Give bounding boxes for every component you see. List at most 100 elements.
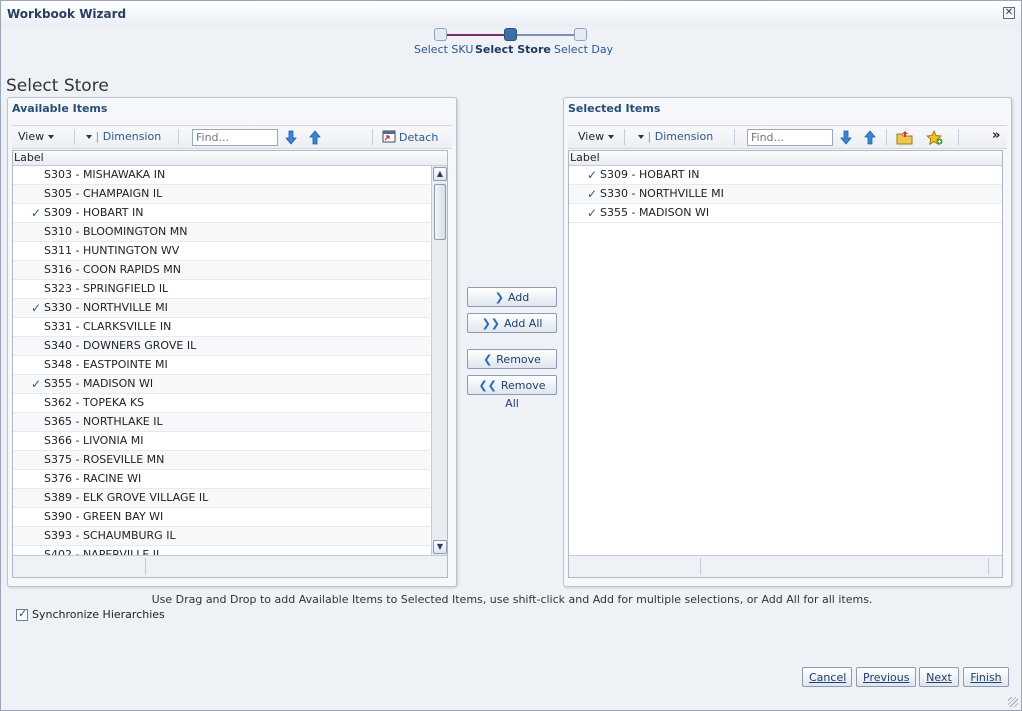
find-previous-icon[interactable] xyxy=(308,130,322,145)
scroll-thumb[interactable] xyxy=(434,184,446,240)
list-item[interactable]: S376 - RACINE WI xyxy=(13,470,430,489)
column-header-label[interactable]: Label xyxy=(569,151,1002,166)
open-folder-icon[interactable] xyxy=(896,130,914,145)
close-icon[interactable]: ✕ xyxy=(1003,7,1015,19)
add-button[interactable]: ❯ Add xyxy=(467,287,557,307)
list-item[interactable]: S323 - SPRINGFIELD IL xyxy=(13,280,430,299)
list-item[interactable]: S310 - BLOOMINGTON MN xyxy=(13,223,430,242)
list-item[interactable]: S305 - CHAMPAIGN IL xyxy=(13,185,430,204)
list-item-label: S331 - CLARKSVILLE IN xyxy=(44,320,172,333)
list-item[interactable]: S316 - COON RAPIDS MN xyxy=(13,261,430,280)
column-header-label[interactable]: Label xyxy=(13,151,447,166)
list-item-label: S311 - HUNTINGTON WV xyxy=(44,244,180,257)
instruction-text: Use Drag and Drop to add Available Items… xyxy=(151,593,873,606)
finish-button[interactable]: Finish xyxy=(963,667,1009,687)
chevron-down-icon xyxy=(86,135,92,139)
list-item[interactable]: S340 - DOWNERS GROVE IL xyxy=(13,337,430,356)
list-item-label: S340 - DOWNERS GROVE IL xyxy=(44,339,197,352)
next-button[interactable]: Next xyxy=(919,667,959,687)
wizard-train: Select SKU Select Store Select Day xyxy=(1,27,1022,63)
title-bar: Workbook Wizard ✕ xyxy=(1,1,1021,27)
list-item[interactable]: S390 - GREEN BAY WI xyxy=(13,508,430,527)
add-all-button[interactable]: ❯❯ Add All xyxy=(467,313,557,333)
checkmark-icon: ✓ xyxy=(587,206,598,220)
selected-items-panel: Selected Items View | Dimension » Label … xyxy=(563,97,1012,587)
list-item[interactable]: S362 - TOPEKA KS xyxy=(13,394,430,413)
toolbar-separator xyxy=(624,129,625,145)
find-input[interactable] xyxy=(192,129,278,146)
dimension-menu[interactable]: | Dimension xyxy=(82,130,161,143)
workbook-wizard-window: Workbook Wizard ✕ Select SKU Select Stor… xyxy=(0,0,1022,711)
synchronize-hierarchies-checkbox[interactable]: ✓ xyxy=(16,607,28,621)
toolbar-separator xyxy=(958,129,959,145)
list-item-label: S310 - BLOOMINGTON MN xyxy=(44,225,188,238)
list-item[interactable]: ✓ S330 - NORTHVILLE MI xyxy=(13,299,430,318)
list-item[interactable]: S303 - MISHAWAKA IN xyxy=(13,166,430,185)
previous-button[interactable]: Previous xyxy=(856,667,916,687)
remove-all-label: Remove All xyxy=(500,379,546,410)
train-connector xyxy=(446,34,505,36)
train-label-select-sku[interactable]: Select SKU xyxy=(414,43,473,56)
available-rows: S303 - MISHAWAKA IN S305 - CHAMPAIGN IL ✓ S… xyxy=(13,166,430,555)
favorite-add-icon[interactable] xyxy=(926,130,944,145)
list-item[interactable]: S366 - LIVONIA MI xyxy=(13,432,430,451)
vertical-scrollbar[interactable]: ▲ ▼ xyxy=(431,166,447,555)
list-item-label: S316 - COON RAPIDS MN xyxy=(44,263,181,276)
checkmark-icon: ✓ xyxy=(31,301,42,315)
train-label-select-day[interactable]: Select Day xyxy=(554,43,613,56)
window-title: Workbook Wizard xyxy=(7,7,127,21)
detach-button[interactable]: Detach xyxy=(382,130,438,144)
list-item[interactable]: S365 - NORTHLAKE IL xyxy=(13,413,430,432)
view-menu[interactable]: View xyxy=(578,130,615,143)
chevron-down-icon xyxy=(48,135,55,139)
remove-label: Remove xyxy=(496,353,541,366)
list-item[interactable]: ✓ S355 - MADISON WI xyxy=(569,204,1002,223)
list-item[interactable]: S331 - CLARKSVILLE IN xyxy=(13,318,430,337)
resize-handle[interactable] xyxy=(1008,697,1018,707)
list-item[interactable]: ✓ S330 - NORTHVILLE MI xyxy=(569,185,1002,204)
remove-button[interactable]: ❮ Remove xyxy=(467,349,557,369)
double-chevron-left-icon: ❮❮ xyxy=(478,379,497,392)
available-items-table: Label S303 - MISHAWAKA IN S305 - CHAMPAIG… xyxy=(12,150,448,578)
view-menu[interactable]: View xyxy=(18,130,55,143)
remove-all-button[interactable]: ❮❮ Remove All xyxy=(467,375,557,410)
footer-divider xyxy=(988,558,989,575)
chevron-down-icon xyxy=(638,135,644,139)
detach-icon xyxy=(382,130,396,143)
synchronize-hierarchies-option[interactable]: ✓ Synchronize Hierarchies xyxy=(16,607,165,621)
page-title: Select Store xyxy=(6,76,109,96)
panel-header: Selected Items xyxy=(568,102,661,115)
table-footer xyxy=(13,555,447,577)
list-item-label: S375 - ROSEVILLE MN xyxy=(44,453,165,466)
train-stop-select-day[interactable] xyxy=(574,28,587,41)
list-item[interactable]: ✓ S309 - HOBART IN xyxy=(13,204,430,223)
list-item[interactable]: S389 - ELK GROVE VILLAGE IL xyxy=(13,489,430,508)
list-item[interactable]: ✓ S309 - HOBART IN xyxy=(569,166,1002,185)
list-item[interactable]: S402 - NAPERVILLE IL xyxy=(13,546,430,555)
view-label: View xyxy=(578,130,605,143)
more-overflow-icon[interactable]: » xyxy=(992,128,1000,143)
list-item-label: S330 - NORTHVILLE MI xyxy=(600,187,724,200)
find-next-icon[interactable] xyxy=(839,130,853,145)
list-item-label: S389 - ELK GROVE VILLAGE IL xyxy=(44,491,209,504)
list-item[interactable]: S348 - EASTPOINTE MI xyxy=(13,356,430,375)
cancel-button[interactable]: Cancel xyxy=(802,667,852,687)
list-item-label: S390 - GREEN BAY WI xyxy=(44,510,164,523)
list-item-label: S362 - TOPEKA KS xyxy=(44,396,145,409)
footer-divider xyxy=(700,558,701,575)
list-item[interactable]: S311 - HUNTINGTON WV xyxy=(13,242,430,261)
find-next-icon[interactable] xyxy=(284,130,298,145)
list-item[interactable]: S393 - SCHAUMBURG IL xyxy=(13,527,430,546)
list-item-label: S303 - MISHAWAKA IN xyxy=(44,168,166,181)
checkmark-icon: ✓ xyxy=(587,168,598,182)
dimension-menu[interactable]: | Dimension xyxy=(634,130,713,143)
toolbar-separator xyxy=(886,129,887,145)
scroll-up-icon[interactable]: ▲ xyxy=(433,167,447,181)
train-stop-select-sku[interactable] xyxy=(434,28,447,41)
list-item[interactable]: ✓ S355 - MADISON WI xyxy=(13,375,430,394)
scroll-down-icon[interactable]: ▼ xyxy=(433,540,447,554)
add-all-label: Add All xyxy=(504,317,543,330)
find-input[interactable] xyxy=(747,129,833,146)
list-item[interactable]: S375 - ROSEVILLE MN xyxy=(13,451,430,470)
find-previous-icon[interactable] xyxy=(863,130,877,145)
